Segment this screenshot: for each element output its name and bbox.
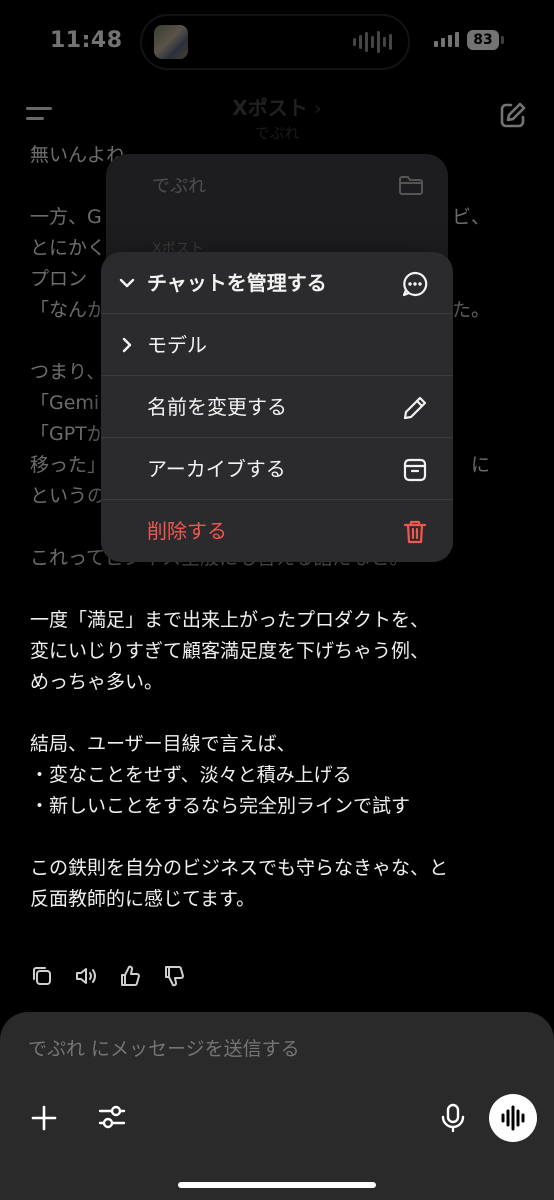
message-line: 反面教師的に感じてます。 xyxy=(30,884,530,915)
menu-item-rename[interactable]: 名前を変更する xyxy=(101,376,453,438)
archive-box-icon xyxy=(403,458,427,482)
speaker-icon xyxy=(76,968,96,984)
chat-title-text: Xポスト xyxy=(232,96,308,120)
menu-item-archive[interactable]: アーカイブする xyxy=(101,438,453,500)
menu-item-label: 削除する xyxy=(147,519,227,543)
message-line-text: 一方、G xyxy=(30,206,102,228)
chat-title[interactable]: Xポスト › xyxy=(0,92,554,121)
message-line-text: 移った」 xyxy=(30,454,107,476)
message-line-text: 反面教師的に感じてます。 xyxy=(30,888,256,910)
microphone-icon xyxy=(441,1103,465,1133)
dynamic-island[interactable] xyxy=(140,14,410,70)
menu-item-delete[interactable]: 削除する xyxy=(101,500,453,562)
message-line-text: 「なんか xyxy=(30,299,107,321)
menu-item-manage-chat[interactable]: チャットを管理する xyxy=(101,252,453,314)
message-line-tail: に xyxy=(470,454,490,476)
menu-item-label: 名前を変更する xyxy=(147,395,287,419)
message-line-text: プロン xyxy=(30,268,88,290)
voice-mode-button[interactable] xyxy=(489,1094,537,1142)
message-composer xyxy=(0,1012,554,1200)
message-line-text: 結局、ユーザー目線で言えば、 xyxy=(30,733,296,755)
menu-item-model[interactable]: モデル xyxy=(101,314,453,376)
battery-indicator: 83 xyxy=(467,30,504,50)
sliders-icon xyxy=(98,1105,126,1129)
chat-context-menu: チャットを管理する モデル 名前を変更する アーカイブする 削除する xyxy=(101,252,453,562)
copy-icon xyxy=(33,967,51,985)
message-line-tail: た。 xyxy=(451,299,490,321)
tools-button[interactable] xyxy=(97,1102,127,1136)
thumbs-down-icon xyxy=(165,966,184,987)
message-line: めっちゃ多い。 xyxy=(30,667,530,698)
menu-item-label: アーカイブする xyxy=(147,457,286,481)
message-line: ・新しいことをするなら完全別ラインで試す xyxy=(30,791,530,822)
cellular-signal-icon xyxy=(434,31,459,47)
chevron-right-icon xyxy=(122,337,132,353)
menu-item-label: モデル xyxy=(147,333,207,357)
message-line-text: とにかく xyxy=(30,237,107,259)
folder-icon xyxy=(399,176,423,195)
pencil-icon xyxy=(403,396,427,420)
message-line-tail: ビ、 xyxy=(451,206,490,228)
chevron-right-icon: › xyxy=(313,96,322,120)
message-actions xyxy=(30,964,186,990)
message-line-text: というの xyxy=(30,485,107,507)
message-line: 変にいじりすぎて顧客満足度を下げちゃう例、 xyxy=(30,636,530,667)
message-line-text: 「Gemin xyxy=(30,392,112,414)
voice-waveform-icon xyxy=(501,1105,525,1131)
message-line-text: ・新しいことをするなら完全別ラインで試す xyxy=(30,795,411,817)
message-line-text: この鉄則を自分のビジネスでも守らなきゃな、と xyxy=(30,857,449,879)
message-line: ・変なことをせず、淡々と積み上げる xyxy=(30,760,530,791)
compose-icon xyxy=(500,102,526,128)
message-line-text: 「GPTか xyxy=(30,423,106,445)
chat-header: Xポスト › でぷれ xyxy=(0,88,554,148)
message-line: この鉄則を自分のビジネスでも守らなきゃな、と xyxy=(30,853,530,884)
audio-waveform-icon xyxy=(353,30,392,54)
bad-response-button[interactable] xyxy=(162,964,186,990)
read-aloud-button[interactable] xyxy=(74,964,98,990)
message-line: 結局、ユーザー目線で言えば、 xyxy=(30,729,530,760)
message-line-text: つまり、 xyxy=(30,361,106,383)
message-input[interactable] xyxy=(28,1038,508,1060)
trash-icon xyxy=(403,520,427,544)
copy-button[interactable] xyxy=(30,964,54,990)
message-line-text: 変にいじりすぎて顧客満足度を下げちゃう例、 xyxy=(30,640,430,662)
menu-item-label: チャットを管理する xyxy=(147,271,327,295)
dictation-button[interactable] xyxy=(440,1102,466,1138)
status-time: 11:48 xyxy=(50,28,123,53)
now-playing-thumbnail xyxy=(154,25,188,59)
plus-icon xyxy=(31,1105,57,1131)
project-label[interactable]: でぷれ xyxy=(152,172,206,198)
good-response-button[interactable] xyxy=(118,964,142,990)
chevron-down-icon xyxy=(119,278,135,288)
message-line: 一度「満足」まで出来上がったプロダクトを、 xyxy=(30,605,530,636)
status-bar: 11:48 83 xyxy=(0,0,554,88)
attach-button[interactable] xyxy=(30,1104,58,1136)
message-line-text: ・変なことをせず、淡々と積み上げる xyxy=(30,764,352,786)
message-line-text: 一度「満足」まで出来上がったプロダクトを、 xyxy=(30,609,430,631)
message-line-text: めっちゃ多い。 xyxy=(30,671,164,693)
home-indicator[interactable] xyxy=(178,1182,376,1188)
thumbs-up-icon xyxy=(121,965,140,986)
new-chat-button[interactable] xyxy=(498,100,530,132)
ellipsis-circle-icon xyxy=(402,271,428,297)
